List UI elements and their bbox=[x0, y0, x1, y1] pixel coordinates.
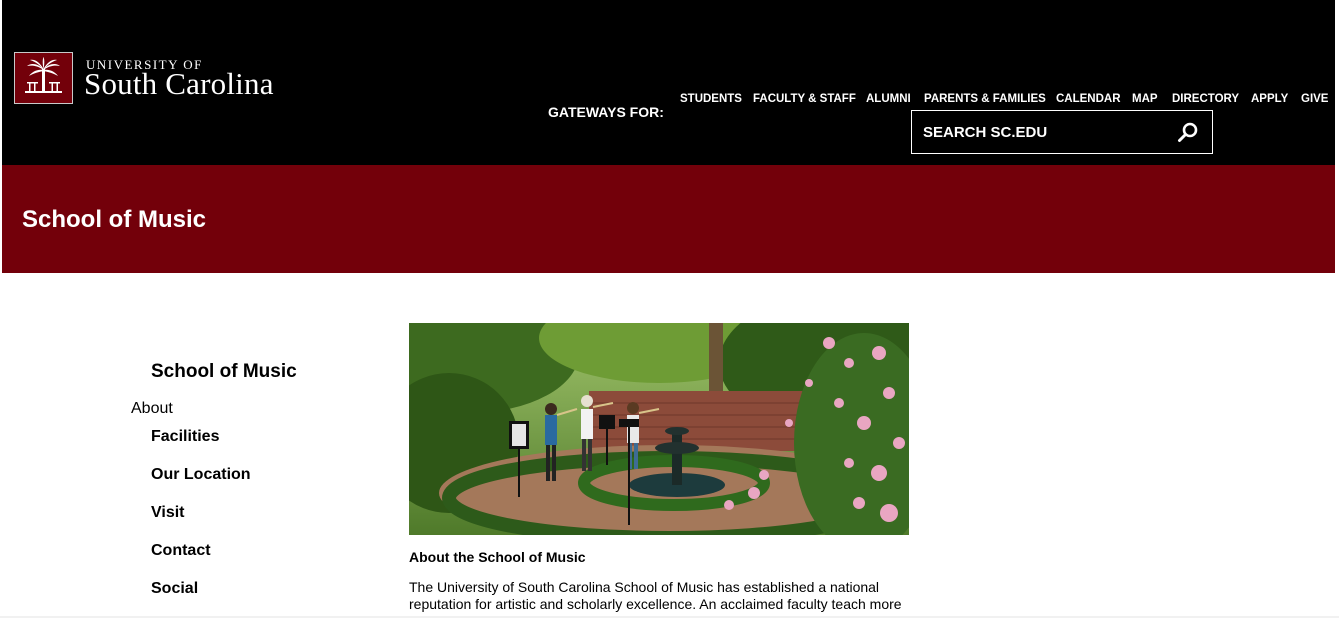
palmetto-tree-icon bbox=[14, 52, 73, 104]
sidebar-item-about[interactable]: About bbox=[131, 400, 173, 418]
garden-performance-photo bbox=[409, 323, 909, 535]
gateway-link-alumni[interactable]: ALUMNI bbox=[866, 93, 911, 105]
gateway-link-directory[interactable]: DIRECTORY bbox=[1172, 93, 1239, 105]
gateway-link-calendar[interactable]: CALENDAR bbox=[1056, 93, 1121, 105]
gateway-link-map[interactable]: MAP bbox=[1132, 93, 1158, 105]
sidebar-item-social[interactable]: Social bbox=[151, 580, 198, 598]
sidebar-item-facilities[interactable]: Facilities bbox=[151, 428, 219, 446]
content-body: The University of South Carolina School … bbox=[409, 579, 902, 612]
sidebar-item-visit[interactable]: Visit bbox=[151, 504, 185, 522]
sidebar-item-our-location[interactable]: Our Location bbox=[151, 466, 251, 484]
search-box bbox=[911, 110, 1213, 154]
sidebar-heading: School of Music bbox=[151, 361, 297, 382]
site-header: UNIVERSITY OF South Carolina GATEWAYS FO… bbox=[2, 0, 1335, 165]
gateway-link-students[interactable]: STUDENTS bbox=[680, 93, 742, 105]
content-heading: About the School of Music bbox=[409, 549, 586, 565]
gateways-label: GATEWAYS FOR: bbox=[548, 104, 664, 120]
gateway-link-parents-families[interactable]: PARENTS & FAMILIES bbox=[924, 93, 1046, 105]
gateway-link-faculty-staff[interactable]: FACULTY & STAFF bbox=[753, 93, 856, 105]
page-title: School of Music bbox=[22, 206, 207, 233]
logo-south-carolina: South Carolina bbox=[84, 66, 274, 101]
search-input[interactable] bbox=[912, 111, 1162, 153]
search-button[interactable] bbox=[1176, 121, 1200, 145]
sidebar-item-contact[interactable]: Contact bbox=[151, 542, 211, 560]
search-icon bbox=[1178, 122, 1198, 142]
gateway-link-give[interactable]: GIVE bbox=[1301, 93, 1328, 105]
gateway-link-apply[interactable]: APPLY bbox=[1251, 93, 1288, 105]
page-banner: School of Music bbox=[2, 165, 1335, 273]
